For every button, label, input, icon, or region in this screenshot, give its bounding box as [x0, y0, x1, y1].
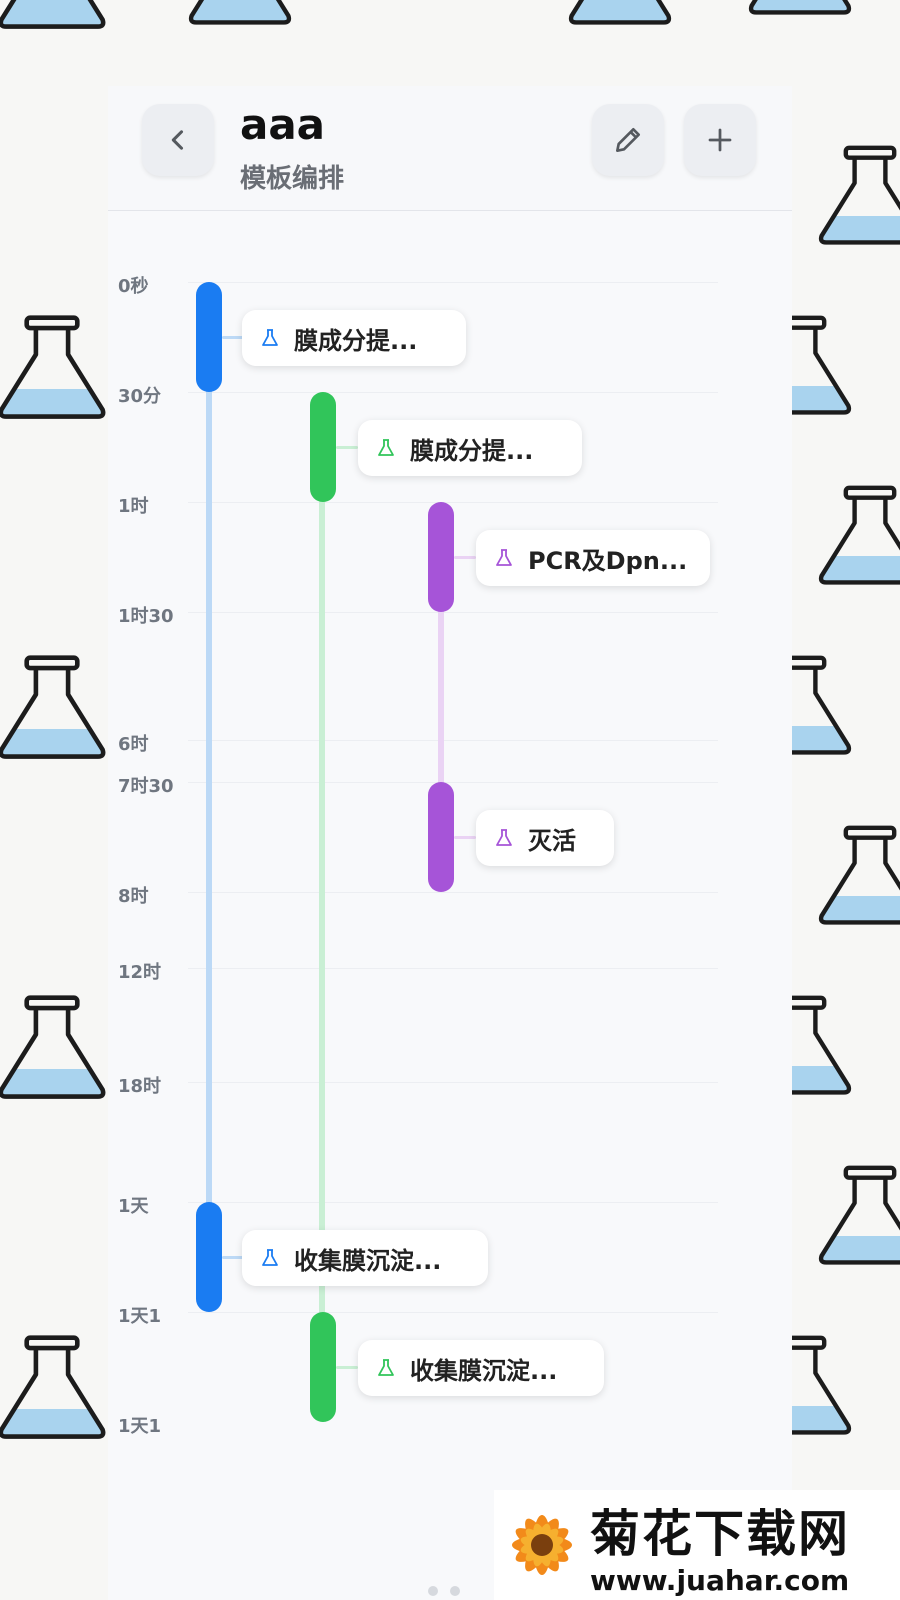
edit-button[interactable] — [592, 104, 664, 176]
flask-decoration — [0, 315, 106, 419]
time-label: 1天 — [118, 1196, 149, 1217]
page-dot[interactable] — [450, 1586, 460, 1596]
connector — [336, 446, 358, 449]
task-bar[interactable] — [310, 392, 336, 502]
task-card[interactable]: 膜成分提... — [242, 310, 466, 366]
flask-icon — [378, 1359, 394, 1376]
task-card[interactable]: 收集膜沉淀... — [242, 1230, 488, 1286]
task-card[interactable]: PCR及Dpn... — [476, 530, 710, 586]
gridline — [188, 892, 718, 893]
watermark-url: www.juahar.com — [590, 1564, 850, 1597]
flask-icon — [496, 549, 512, 566]
task-card[interactable]: 收集膜沉淀... — [358, 1340, 604, 1396]
gridline — [188, 1202, 718, 1203]
page-indicator — [428, 1586, 460, 1596]
time-label: 30分 — [118, 386, 162, 407]
page-title: aaa — [240, 100, 326, 149]
add-button[interactable] — [684, 104, 756, 176]
flower-logo — [512, 1515, 572, 1575]
task-label: 收集膜沉淀... — [410, 1356, 558, 1385]
plus-icon — [708, 128, 732, 152]
task-label: 灭活 — [528, 826, 576, 855]
task-bar[interactable] — [310, 1312, 336, 1422]
flask-decoration — [0, 0, 106, 29]
pencil-icon — [616, 128, 640, 152]
gridline — [188, 502, 718, 503]
task-label: PCR及Dpn... — [528, 546, 688, 575]
flask-decoration — [818, 145, 900, 245]
time-label: 1时30 — [118, 606, 174, 627]
gridline — [188, 392, 718, 393]
flask-decoration — [818, 485, 900, 585]
connector — [222, 1256, 244, 1259]
time-label: 6时 — [118, 734, 149, 755]
gridline — [188, 282, 718, 283]
time-label: 1时 — [118, 496, 149, 517]
gridline — [188, 1082, 718, 1083]
flask-decoration — [818, 1165, 900, 1265]
task-bar[interactable] — [196, 1202, 222, 1312]
time-label: 1天1 — [118, 1306, 162, 1327]
task-label: 收集膜沉淀... — [294, 1246, 442, 1275]
time-label: 0秒 — [118, 276, 149, 297]
flask-decoration — [748, 0, 852, 15]
flask-decoration — [0, 995, 106, 1099]
timeline: 0秒 30分 1时 1时30 6时 7时30 8时 12时 18时 1天 1天1… — [108, 210, 792, 1600]
time-label: 8时 — [118, 886, 149, 907]
flask-icon — [262, 1249, 278, 1266]
flask-decoration — [818, 825, 900, 925]
time-label: 7时30 — [118, 776, 174, 797]
time-label: 1天1 — [118, 1416, 162, 1437]
flask-decoration — [0, 655, 106, 759]
page-dot[interactable] — [428, 1586, 438, 1596]
page-subtitle: 模板编排 — [240, 164, 345, 194]
flask-decoration — [0, 1335, 106, 1439]
connector — [454, 556, 476, 559]
gridline — [188, 1312, 718, 1313]
task-bar[interactable] — [428, 502, 454, 612]
chevron-left-icon — [171, 130, 184, 150]
flask-decoration — [188, 0, 292, 25]
connector — [336, 1366, 358, 1369]
watermark: 菊花下载网 www.juahar.com — [494, 1490, 900, 1600]
task-card[interactable]: 膜成分提... — [358, 420, 582, 476]
flask-icon — [262, 329, 278, 346]
flask-icon — [378, 439, 394, 456]
task-label: 膜成分提... — [410, 436, 534, 465]
task-bar[interactable] — [196, 282, 222, 392]
header: aaa 模板编排 — [108, 86, 792, 211]
back-button[interactable] — [142, 104, 214, 176]
gridline — [188, 968, 718, 969]
gridline — [188, 740, 718, 741]
task-card[interactable]: 灭活 — [476, 810, 614, 866]
task-label: 膜成分提... — [294, 326, 418, 355]
connector — [454, 836, 476, 839]
watermark-title: 菊花下载网 — [590, 1505, 850, 1563]
template-panel: aaa 模板编排 0秒 30分 1时 1时30 6时 7时30 8时 12时 1… — [108, 86, 792, 1600]
time-label: 12时 — [118, 962, 162, 983]
connector — [222, 336, 244, 339]
task-bar[interactable] — [428, 782, 454, 892]
flask-icon — [496, 829, 512, 846]
gridline — [188, 782, 718, 783]
track-blue — [206, 282, 212, 1312]
gridline — [188, 612, 718, 613]
flask-decoration — [568, 0, 672, 25]
time-label: 18时 — [118, 1076, 162, 1097]
